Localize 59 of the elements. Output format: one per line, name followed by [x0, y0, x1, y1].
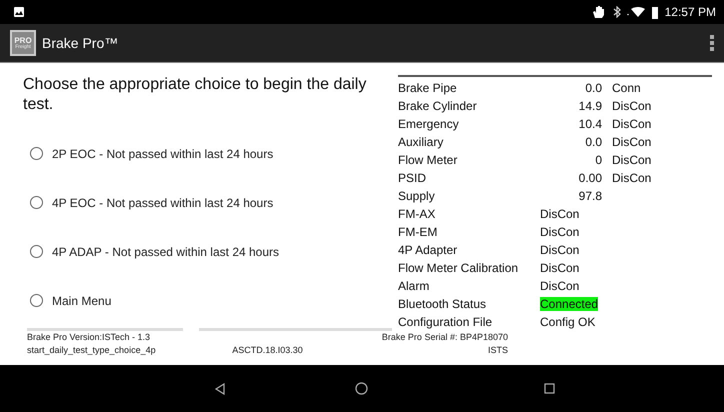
radio-option[interactable]: 4P ADAP - Not passed within last 24 hours — [30, 227, 280, 276]
reading-label: PSID — [398, 171, 428, 185]
bluetooth-icon — [612, 6, 621, 18]
radio-button[interactable] — [30, 294, 43, 307]
reading-label: Bluetooth Status — [398, 297, 488, 311]
app-title: Brake Pro™ — [42, 35, 118, 51]
hand-icon — [590, 5, 607, 19]
connection-status: Config OK — [540, 315, 596, 329]
radio-button[interactable] — [30, 245, 43, 258]
screen-id: start_daily_test_type_choice_4p — [27, 345, 157, 355]
radio-option[interactable]: 2P EOC - Not passed within last 24 hours — [30, 129, 274, 178]
connection-status: DisCon — [611, 117, 652, 131]
reading-label: Supply — [398, 189, 436, 203]
reading-value: 97.8 — [578, 189, 602, 203]
wifi-icon — [626, 7, 645, 17]
prompt-text: Choose the appropriate choice to begin the daily test. — [23, 75, 368, 115]
connection-status: DisCon — [611, 99, 652, 113]
reading-label: Alarm — [398, 279, 430, 293]
reading-value: 0.0 — [584, 81, 602, 95]
back-icon[interactable] — [214, 382, 226, 394]
home-icon[interactable] — [355, 382, 368, 395]
battery-icon — [650, 6, 659, 18]
reading-label: Flow Meter Calibration — [398, 261, 520, 275]
build-number: ASCTD.18.I03.30 — [232, 345, 303, 355]
reading-value: 0.0 — [584, 135, 602, 149]
connection-status: DisCon — [540, 243, 580, 257]
reading-value: 14.9 — [578, 99, 602, 113]
overflow-menu-icon[interactable] — [710, 35, 714, 51]
reading-value: 0.00 — [578, 171, 602, 185]
radio-option[interactable]: 4P EOC - Not passed within last 24 hours — [30, 178, 274, 227]
reading-label: Configuration File — [398, 315, 494, 329]
reading-label: Brake Pipe — [398, 81, 458, 95]
connection-status: Conn — [611, 81, 642, 95]
radio-button[interactable] — [30, 196, 43, 209]
radio-button[interactable] — [30, 147, 43, 160]
reading-label: Emergency — [398, 117, 460, 131]
connection-status: DisCon — [540, 207, 580, 221]
reading-label: Auxiliary — [398, 135, 444, 149]
recents-icon[interactable] — [544, 383, 555, 394]
reading-label: Flow Meter — [398, 153, 458, 167]
reading-value: 10.4 — [578, 117, 602, 131]
connection-status: DisCon — [611, 135, 652, 149]
image-notification-icon — [14, 7, 24, 17]
reading-label: FM-EM — [398, 225, 438, 239]
connection-status: Connected — [540, 297, 598, 311]
reading-label: 4P Adapter — [398, 243, 458, 257]
reading-value: 0 — [594, 153, 602, 167]
version-text: Brake Pro Version:ISTech - 1.3 — [27, 332, 152, 342]
company-name: ISTS — [488, 345, 508, 355]
reading-label: Brake Cylinder — [398, 99, 478, 113]
clock-time: 12:57 PM — [664, 5, 716, 19]
connection-status: DisCon — [540, 261, 580, 275]
connection-status: DisCon — [540, 279, 580, 293]
connection-status: DisCon — [611, 153, 652, 167]
serial-number: Brake Pro Serial #: BP4P18070 — [382, 332, 508, 342]
radio-option[interactable]: Main Menu — [30, 276, 112, 325]
connection-status: DisCon — [540, 225, 580, 239]
connection-status: DisCon — [611, 171, 652, 185]
reading-label: FM-AX — [398, 207, 436, 221]
